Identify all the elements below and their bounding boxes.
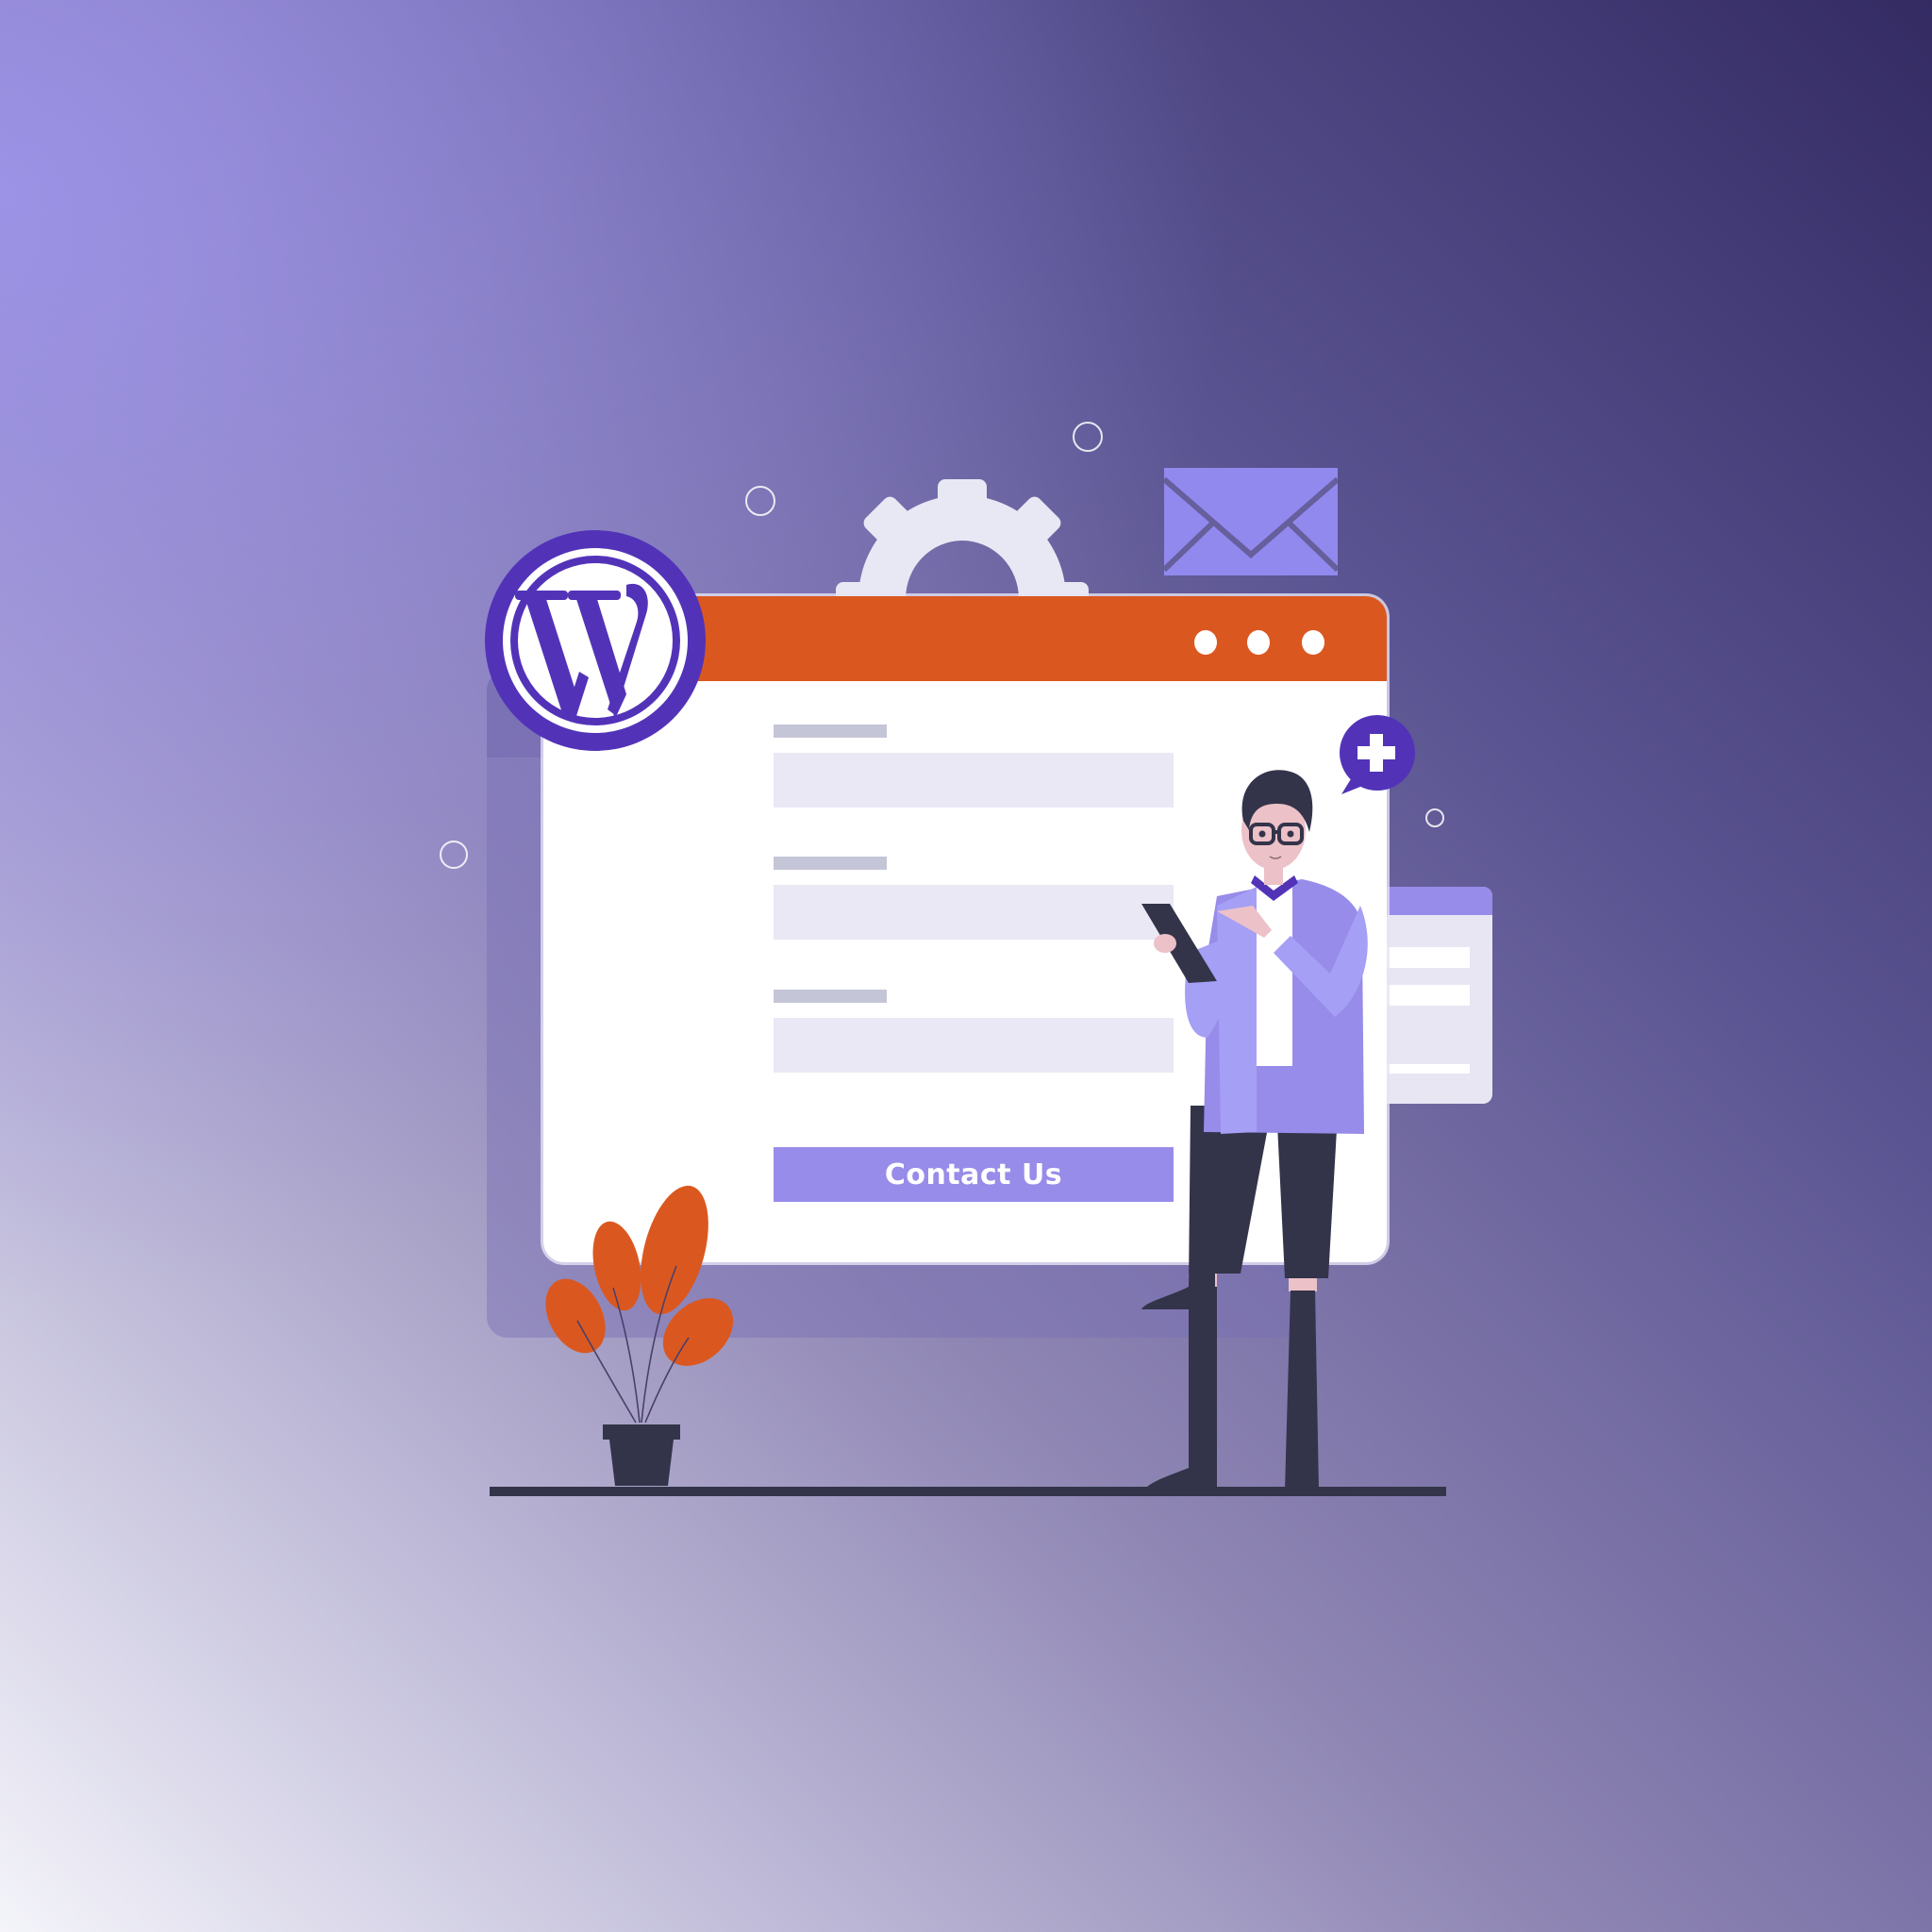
field-label <box>774 857 887 870</box>
window-control-dot[interactable] <box>1302 630 1324 655</box>
plant-icon <box>545 1185 734 1486</box>
form-input-3[interactable] <box>774 1018 1174 1073</box>
wordpress-logo-icon <box>485 530 706 751</box>
decor-ring <box>440 841 468 869</box>
decor-ring <box>745 486 775 516</box>
form-input-2[interactable] <box>774 885 1174 940</box>
decor-ring <box>1073 422 1103 452</box>
field-label <box>774 724 887 738</box>
field-label <box>774 990 887 1003</box>
contact-us-button[interactable]: Contact Us <box>774 1147 1174 1202</box>
window-control-dot[interactable] <box>1194 630 1217 655</box>
form-input-1[interactable] <box>774 753 1174 808</box>
window-control-dot[interactable] <box>1247 630 1270 655</box>
person-with-tablet <box>1141 770 1368 1491</box>
gear-icon <box>836 479 1089 599</box>
envelope-icon <box>1164 468 1338 575</box>
ground-line <box>490 1487 1446 1496</box>
decor-ring <box>1425 808 1444 827</box>
